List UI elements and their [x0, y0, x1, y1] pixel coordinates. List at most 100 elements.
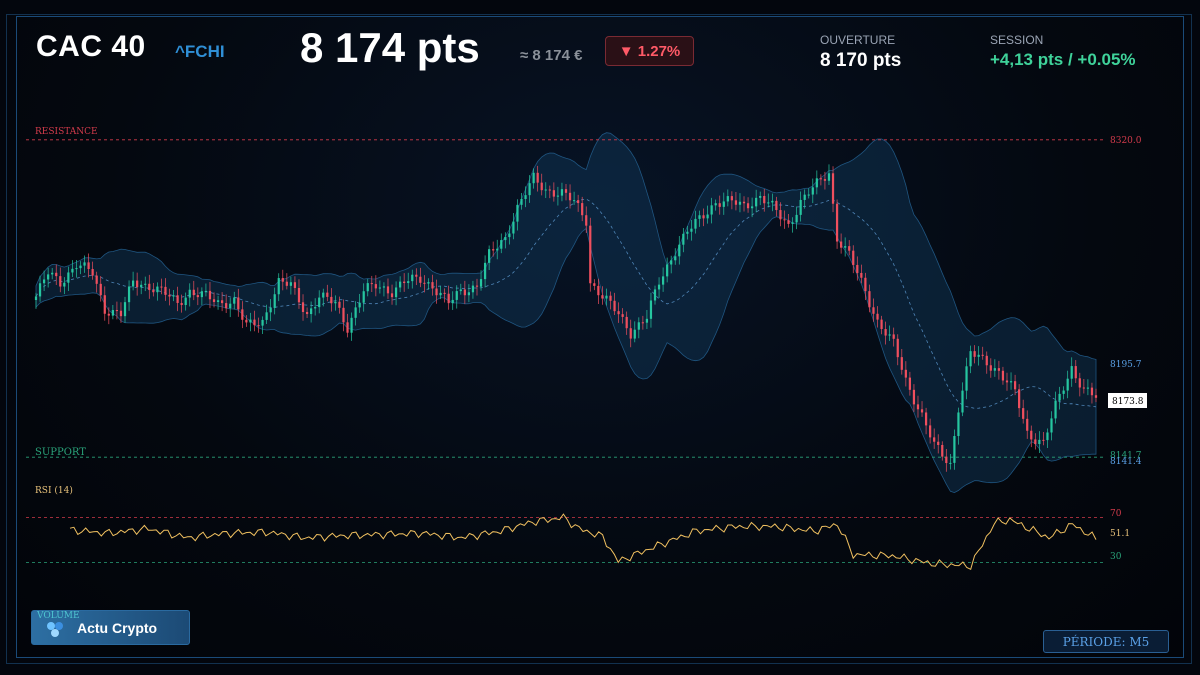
candle-body — [686, 231, 689, 234]
candle-body — [463, 289, 466, 296]
candle-body — [1013, 381, 1017, 390]
candle-body — [200, 291, 203, 298]
candle-body — [750, 206, 754, 209]
candle-body — [1038, 439, 1041, 445]
candle-body — [698, 215, 701, 219]
candle-body — [589, 225, 592, 284]
last-price-label: 8173.8 — [1112, 397, 1144, 407]
candle-body — [876, 313, 879, 320]
candle-body — [908, 377, 912, 390]
candle-body — [229, 303, 232, 309]
candle-body — [285, 281, 288, 286]
candle-body — [99, 283, 102, 296]
candle-body — [164, 286, 167, 295]
candle-body — [929, 425, 932, 438]
candle-body — [148, 283, 151, 291]
candle-body — [552, 190, 555, 197]
candle-body — [641, 322, 644, 324]
candle-body — [180, 302, 183, 306]
candle-body — [152, 290, 155, 293]
candle-body — [544, 189, 547, 191]
candle-body — [500, 240, 503, 249]
candle-body — [657, 284, 661, 290]
candle-body — [795, 214, 798, 223]
candle-body — [536, 172, 539, 183]
candle-body — [208, 290, 212, 300]
candle-body — [131, 280, 135, 287]
price-chart: RESISTANCE 8320.0 SUPPORT 8141.7 8195.7 … — [26, 127, 1147, 570]
candle-body — [1009, 381, 1013, 383]
candle-body — [532, 172, 535, 184]
candle-body — [738, 201, 742, 205]
candle-body — [1066, 378, 1069, 391]
candle-body — [933, 437, 936, 442]
candle-body — [811, 187, 814, 195]
candle-body — [156, 286, 159, 293]
candle-body — [326, 292, 329, 297]
candle-body — [1062, 390, 1065, 394]
lower-band-label: 8141.4 — [1110, 457, 1142, 467]
rsi-panel — [26, 513, 1104, 570]
candle-body — [678, 244, 681, 257]
candle-body — [91, 268, 94, 276]
candle-body — [973, 351, 976, 357]
candle-body — [888, 334, 891, 336]
candle-body — [71, 268, 74, 273]
candle-body — [305, 311, 309, 315]
candle-body — [835, 203, 839, 242]
candle-body — [1090, 387, 1094, 396]
candle-body — [297, 287, 301, 303]
candle-body — [848, 246, 851, 251]
candle-body — [572, 200, 576, 202]
candle-body — [390, 293, 394, 298]
candle-body — [362, 291, 365, 303]
candle-body — [403, 281, 406, 284]
candle-body — [277, 278, 280, 295]
candle-body — [621, 314, 624, 317]
candle-body — [564, 189, 568, 193]
candle-body — [803, 194, 806, 200]
candle-body — [471, 285, 475, 293]
candle-body — [540, 182, 543, 191]
period-badge[interactable]: PÉRIODE: M5 — [1043, 630, 1169, 653]
candle-body — [528, 183, 531, 196]
candle-body — [34, 296, 38, 300]
candle-body — [257, 325, 260, 327]
candle-body — [261, 319, 264, 326]
candle-body — [609, 295, 612, 301]
candle-body — [358, 302, 361, 308]
brand-logo[interactable]: VOLUME Actu Crypto — [31, 610, 190, 645]
candle-body — [204, 290, 208, 292]
candle-body — [827, 173, 831, 181]
candle-body — [192, 289, 195, 296]
candle-body — [136, 280, 139, 288]
candle-body — [451, 299, 454, 304]
candle-body — [508, 233, 511, 238]
candle-body — [524, 195, 527, 199]
candle-body — [581, 203, 584, 216]
candle-body — [443, 292, 446, 294]
candle-body — [949, 462, 952, 464]
candle-body — [447, 293, 450, 304]
candle-body — [941, 444, 944, 457]
candle-body — [625, 316, 628, 329]
candle-body — [961, 390, 964, 413]
candle-body — [479, 279, 483, 287]
candle-body — [346, 322, 349, 333]
resistance-value-label: 8320.0 — [1110, 136, 1142, 146]
candle-body — [160, 286, 163, 288]
candle-body — [370, 283, 373, 285]
candle-body — [488, 249, 491, 263]
candle-body — [301, 302, 305, 312]
candle-body — [783, 219, 786, 221]
candle-body — [127, 286, 131, 303]
candle-body — [38, 283, 42, 297]
candle-body — [212, 299, 216, 302]
candle-body — [674, 256, 677, 261]
candle-body — [856, 264, 859, 273]
candle-body — [759, 195, 762, 198]
candle-body — [706, 214, 709, 219]
candle-body — [459, 289, 462, 292]
candle-body — [241, 309, 244, 320]
candle-body — [989, 365, 992, 371]
